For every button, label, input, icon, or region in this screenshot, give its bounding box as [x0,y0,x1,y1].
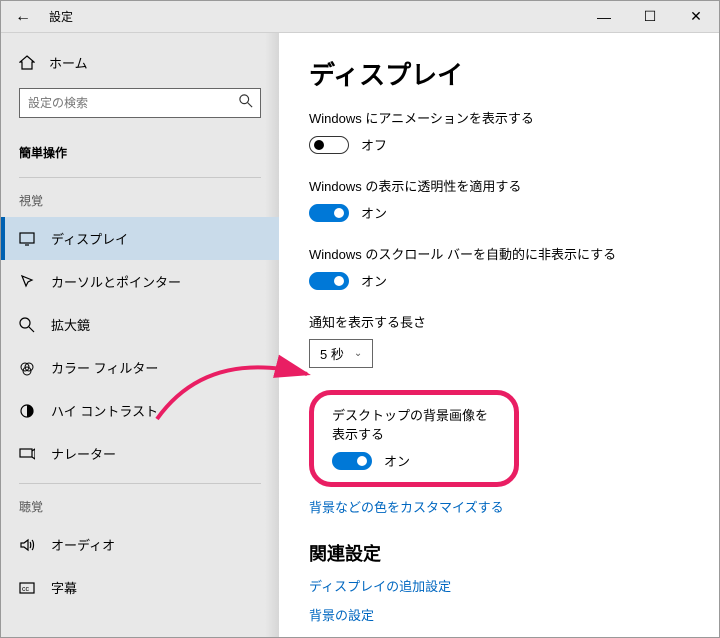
setting-label: Windows の表示に透明性を適用する [309,176,689,195]
divider [19,177,261,178]
sidebar-item-label: ハイ コントラスト [51,401,158,420]
link-color[interactable]: 色の設定 [309,634,689,637]
minimize-button[interactable]: — [581,1,627,32]
divider [19,483,261,484]
window-title: 設定 [45,8,581,25]
audio-icon [19,537,35,553]
narrator-icon [19,446,35,462]
titlebar: ← 設定 — ☐ ✕ [1,1,719,33]
toggle-scrollbars[interactable] [309,272,349,290]
toggle-transparency[interactable] [309,204,349,222]
captions-icon: cc [19,580,35,596]
sidebar-item-captions[interactable]: cc 字幕 [1,566,279,609]
sidebar-group-ease: 簡単操作 [1,134,279,169]
toggle-state: オフ [361,135,387,154]
sidebar-item-display[interactable]: ディスプレイ [1,217,279,260]
back-button[interactable]: ← [1,8,45,26]
main-content: ディスプレイ Windows にアニメーションを表示する オフ Windows … [279,33,719,637]
setting-transparency: Windows の表示に透明性を適用する オン [309,176,689,222]
setting-label: Windows のスクロール バーを自動的に非表示にする [309,244,689,263]
toggle-state: オン [384,451,410,470]
setting-label: 通知を表示する長さ [309,312,689,331]
link-customize-colors[interactable]: 背景などの色をカスタマイズする [309,497,689,516]
search-input[interactable] [19,88,261,118]
sidebar-item-label: 拡大鏡 [51,315,90,334]
sidebar-item-label: カラー フィルター [51,358,158,377]
contrast-icon [19,403,35,419]
search-icon [239,94,253,111]
sidebar-item-audio[interactable]: オーディオ [1,523,279,566]
sidebar: ホーム 簡単操作 視覚 ディスプレイ カーソルとポインター 拡大鏡 カラー フィ… [1,33,279,637]
sidebar-home-label: ホーム [49,53,88,72]
display-icon [19,231,35,247]
select-value: 5 秒 [320,344,344,363]
colorfilter-icon [19,360,35,376]
callout-highlight: デスクトップの背景画像を表示する オン [309,390,519,487]
magnifier-icon [19,317,35,333]
home-icon [19,55,35,71]
sidebar-item-narrator[interactable]: ナレーター [1,432,279,475]
setting-scrollbars: Windows のスクロール バーを自動的に非表示にする オン [309,244,689,290]
toggle-state: オン [361,203,387,222]
sidebar-item-label: カーソルとポインター [51,272,181,291]
sidebar-subgroup-hearing: 聴覚 [1,488,279,523]
sidebar-item-magnifier[interactable]: 拡大鏡 [1,303,279,346]
setting-label: デスクトップの背景画像を表示する [332,405,496,443]
sidebar-item-label: オーディオ [51,535,115,554]
setting-animations: Windows にアニメーションを表示する オフ [309,108,689,154]
close-button[interactable]: ✕ [673,1,719,32]
page-title: ディスプレイ [309,55,689,92]
toggle-animations[interactable] [309,136,349,154]
sidebar-item-cursor[interactable]: カーソルとポインター [1,260,279,303]
chevron-down-icon: ⌄ [354,348,362,359]
toggle-desktop-bg[interactable] [332,452,372,470]
sidebar-item-colorfilter[interactable]: カラー フィルター [1,346,279,389]
search-wrap [19,88,261,118]
sidebar-subgroup-vision: 視覚 [1,182,279,217]
sidebar-item-label: 字幕 [51,578,77,597]
setting-notification-duration: 通知を表示する長さ 5 秒 ⌄ [309,312,689,368]
sidebar-item-label: ディスプレイ [51,229,128,248]
svg-text:cc: cc [22,586,30,593]
toggle-state: オン [361,271,387,290]
maximize-button[interactable]: ☐ [627,1,673,32]
setting-label: Windows にアニメーションを表示する [309,108,689,127]
duration-select[interactable]: 5 秒 ⌄ [309,339,373,368]
sidebar-item-highcontrast[interactable]: ハイ コントラスト [1,389,279,432]
cursor-icon [19,274,35,290]
sidebar-item-label: ナレーター [51,444,116,463]
link-display-extra[interactable]: ディスプレイの追加設定 [309,576,689,595]
sidebar-home[interactable]: ホーム [1,43,279,82]
related-settings-head: 関連設定 [309,540,689,566]
link-background[interactable]: 背景の設定 [309,605,689,624]
